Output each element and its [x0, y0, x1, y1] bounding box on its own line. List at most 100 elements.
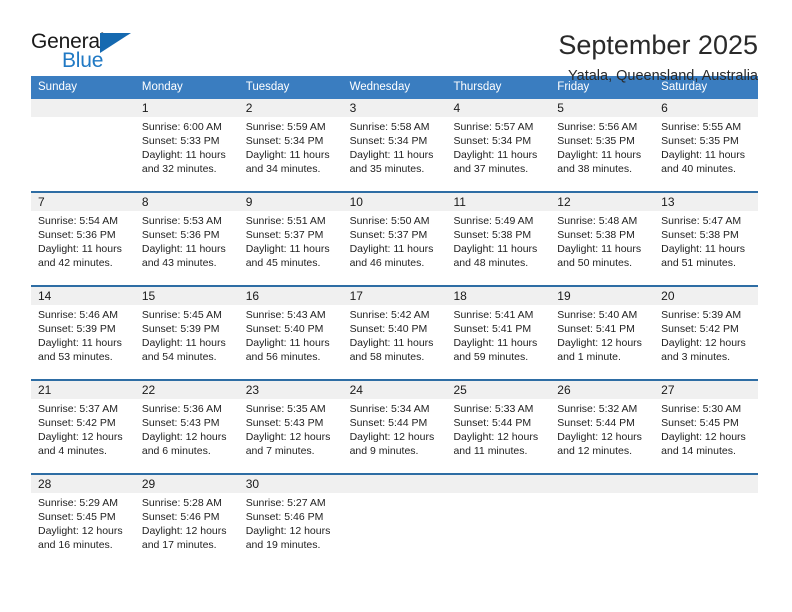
- sunrise-time: Sunrise: 5:45 AM: [141, 309, 222, 321]
- day-cell-26[interactable]: 26 Sunrise: 5:32 AM Sunset: 5:44 PM Dayligh…: [550, 381, 655, 458]
- day-number: 26: [550, 381, 655, 399]
- sunrise-time: Sunrise: 5:34 AM: [349, 403, 430, 415]
- sunset-time: Sunset: 5:39 PM: [141, 323, 220, 335]
- day-number: 3: [342, 99, 447, 117]
- day-cell-2[interactable]: 2 Sunrise: 5:59 AM Sunset: 5:34 PM Daylight…: [238, 99, 343, 176]
- day-cell-22[interactable]: 22 Sunrise: 5:36 AM Sunset: 5:43 PM Dayligh…: [134, 381, 239, 458]
- day-cell-6[interactable]: 6 Sunrise: 5:55 AM Sunset: 5:35 PM Daylight…: [654, 99, 759, 176]
- day-number: 13: [654, 193, 759, 211]
- daylight-duration-line2: and 9 minutes.: [349, 445, 419, 457]
- sunrise-time: Sunrise: 5:57 AM: [453, 121, 534, 133]
- day-cell-19[interactable]: 19 Sunrise: 5:40 AM Sunset: 5:41 PM Dayligh…: [550, 287, 655, 364]
- day-cell-4[interactable]: 4 Sunrise: 5:57 AM Sunset: 5:34 PM Daylight…: [446, 99, 551, 176]
- daylight-duration-line1: Daylight: 11 hours: [557, 149, 642, 161]
- day-cell-23[interactable]: 23 Sunrise: 5:35 AM Sunset: 5:43 PM Dayligh…: [238, 381, 343, 458]
- day-cell-11[interactable]: 11 Sunrise: 5:49 AM Sunset: 5:38 PM Dayligh…: [446, 193, 551, 270]
- day-number: 24: [342, 381, 447, 399]
- day-cell-30[interactable]: 30 Sunrise: 5:27 AM Sunset: 5:46 PM Dayligh…: [238, 475, 343, 552]
- day-cell-16[interactable]: 16 Sunrise: 5:43 AM Sunset: 5:40 PM Dayligh…: [238, 287, 343, 364]
- weekday-header-tuesday: Tuesday: [245, 81, 290, 93]
- sunrise-time: Sunrise: 5:41 AM: [453, 309, 534, 321]
- day-number: 7: [31, 193, 135, 211]
- day-details: Sunrise: 5:51 AM Sunset: 5:37 PM Daylight:…: [239, 211, 343, 270]
- daylight-duration-line1: Daylight: 12 hours: [453, 431, 539, 443]
- day-details: Sunrise: 5:34 AM Sunset: 5:44 PM Daylight:…: [343, 399, 447, 458]
- daylight-duration-line1: Daylight: 12 hours: [661, 431, 746, 443]
- day-number: 19: [550, 287, 655, 305]
- day-details: Sunrise: 5:53 AM Sunset: 5:36 PM Daylight:…: [135, 211, 239, 270]
- sunset-time: Sunset: 5:37 PM: [349, 229, 428, 241]
- day-details: Sunrise: 5:56 AM Sunset: 5:35 PM Daylight:…: [550, 117, 654, 176]
- day-number: 30: [238, 475, 343, 493]
- daylight-duration-line2: and 16 minutes.: [38, 539, 113, 551]
- day-details: Sunrise: 5:32 AM Sunset: 5:44 PM Daylight:…: [550, 399, 654, 458]
- daylight-duration-line1: Daylight: 12 hours: [661, 337, 746, 349]
- day-details: Sunrise: 5:39 AM Sunset: 5:42 PM Daylight:…: [654, 305, 758, 364]
- daylight-duration-line1: Daylight: 12 hours: [141, 431, 227, 443]
- sunrise-time: Sunrise: 5:35 AM: [245, 403, 326, 415]
- daylight-duration-line1: Daylight: 11 hours: [453, 243, 538, 255]
- day-cell-18[interactable]: 18 Sunrise: 5:41 AM Sunset: 5:41 PM Dayligh…: [446, 287, 551, 364]
- day-cell-8[interactable]: 8 Sunrise: 5:53 AM Sunset: 5:36 PM Daylight…: [134, 193, 239, 270]
- sunrise-time: Sunrise: 5:59 AM: [245, 121, 326, 133]
- day-cell-28[interactable]: 28 Sunrise: 5:29 AM Sunset: 5:45 PM Dayligh…: [31, 475, 135, 552]
- day-number: 12: [550, 193, 655, 211]
- day-cell-14[interactable]: 14 Sunrise: 5:46 AM Sunset: 5:39 PM Dayligh…: [31, 287, 135, 364]
- day-details: Sunrise: 5:54 AM Sunset: 5:36 PM Daylight:…: [31, 211, 135, 270]
- sunset-time: Sunset: 5:36 PM: [38, 229, 116, 241]
- day-cell-10[interactable]: 10 Sunrise: 5:50 AM Sunset: 5:37 PM Dayligh…: [342, 193, 447, 270]
- weekday-header-row: Sunday Monday Tuesday Wednesday Thursday Frid…: [31, 76, 758, 99]
- day-details: Sunrise: 5:35 AM Sunset: 5:43 PM Daylight:…: [239, 399, 343, 458]
- day-cell-21[interactable]: 21 Sunrise: 5:37 AM Sunset: 5:42 PM Dayligh…: [31, 381, 135, 458]
- day-cell-24[interactable]: 24 Sunrise: 5:34 AM Sunset: 5:44 PM Dayligh…: [342, 381, 447, 458]
- daylight-duration-line2: and 12 minutes.: [557, 445, 633, 457]
- day-cell-17[interactable]: 17 Sunrise: 5:42 AM Sunset: 5:40 PM Dayligh…: [342, 287, 447, 364]
- sunset-time: Sunset: 5:42 PM: [38, 417, 116, 429]
- day-number: 18: [446, 287, 551, 305]
- day-number: 1: [134, 99, 239, 117]
- day-cell-3[interactable]: 3 Sunrise: 5:58 AM Sunset: 5:34 PM Daylight…: [342, 99, 447, 176]
- day-cell-1[interactable]: 1 Sunrise: 6:00 AM Sunset: 5:33 PM Daylight…: [134, 99, 239, 176]
- day-cell-13[interactable]: 13 Sunrise: 5:47 AM Sunset: 5:38 PM Dayligh…: [654, 193, 759, 270]
- day-cell-empty: [31, 99, 135, 176]
- weekday-header-thursday: Thursday: [453, 81, 502, 93]
- calendar-week-row: 14 Sunrise: 5:46 AM Sunset: 5:39 PM Dayligh…: [31, 285, 759, 364]
- day-number: [550, 475, 655, 493]
- daylight-duration-line2: and 3 minutes.: [661, 351, 731, 363]
- day-cell-empty: [446, 475, 551, 552]
- day-cell-empty: [654, 475, 759, 552]
- day-number: 23: [238, 381, 343, 399]
- sunset-time: Sunset: 5:40 PM: [349, 323, 428, 335]
- sunset-time: Sunset: 5:34 PM: [453, 135, 532, 147]
- calendar-week-row: 1 Sunrise: 6:00 AM Sunset: 5:33 PM Daylight…: [31, 99, 759, 176]
- day-cell-5[interactable]: 5 Sunrise: 5:56 AM Sunset: 5:35 PM Daylight…: [550, 99, 655, 176]
- daylight-duration-line2: and 42 minutes.: [38, 257, 113, 269]
- day-details: Sunrise: 5:30 AM Sunset: 5:45 PM Daylight:…: [654, 399, 758, 458]
- day-cell-9[interactable]: 9 Sunrise: 5:51 AM Sunset: 5:37 PM Daylight…: [238, 193, 343, 270]
- day-cell-7[interactable]: 7 Sunrise: 5:54 AM Sunset: 5:36 PM Daylight…: [31, 193, 135, 270]
- day-details: [446, 493, 550, 496]
- daylight-duration-line2: and 45 minutes.: [245, 257, 321, 269]
- sunset-time: Sunset: 5:42 PM: [661, 323, 739, 335]
- day-cell-12[interactable]: 12 Sunrise: 5:48 AM Sunset: 5:38 PM Dayligh…: [550, 193, 655, 270]
- day-cell-25[interactable]: 25 Sunrise: 5:33 AM Sunset: 5:44 PM Dayligh…: [446, 381, 551, 458]
- logo-triangle-icon: [100, 33, 131, 53]
- day-cell-15[interactable]: 15 Sunrise: 5:45 AM Sunset: 5:39 PM Dayligh…: [134, 287, 239, 364]
- day-number: 8: [134, 193, 239, 211]
- day-cell-27[interactable]: 27 Sunrise: 5:30 AM Sunset: 5:45 PM Dayligh…: [654, 381, 759, 458]
- day-cell-20[interactable]: 20 Sunrise: 5:39 AM Sunset: 5:42 PM Dayligh…: [654, 287, 759, 364]
- daylight-duration-line1: Daylight: 11 hours: [557, 243, 642, 255]
- day-number: 14: [31, 287, 135, 305]
- day-number: 25: [446, 381, 551, 399]
- weekday-header-saturday: Saturday: [661, 81, 708, 93]
- day-number: [342, 475, 447, 493]
- daylight-duration-line1: Daylight: 12 hours: [349, 431, 435, 443]
- day-number: [31, 99, 135, 117]
- day-number: 11: [446, 193, 551, 211]
- daylight-duration-line2: and 59 minutes.: [453, 351, 529, 363]
- day-cell-29[interactable]: 29 Sunrise: 5:28 AM Sunset: 5:46 PM Dayligh…: [134, 475, 239, 552]
- daylight-duration-line1: Daylight: 12 hours: [245, 431, 331, 443]
- daylight-duration-line1: Daylight: 11 hours: [453, 149, 538, 161]
- day-details: Sunrise: 5:28 AM Sunset: 5:46 PM Daylight:…: [135, 493, 239, 552]
- generalblue-logo[interactable]: General Blue: [31, 28, 135, 76]
